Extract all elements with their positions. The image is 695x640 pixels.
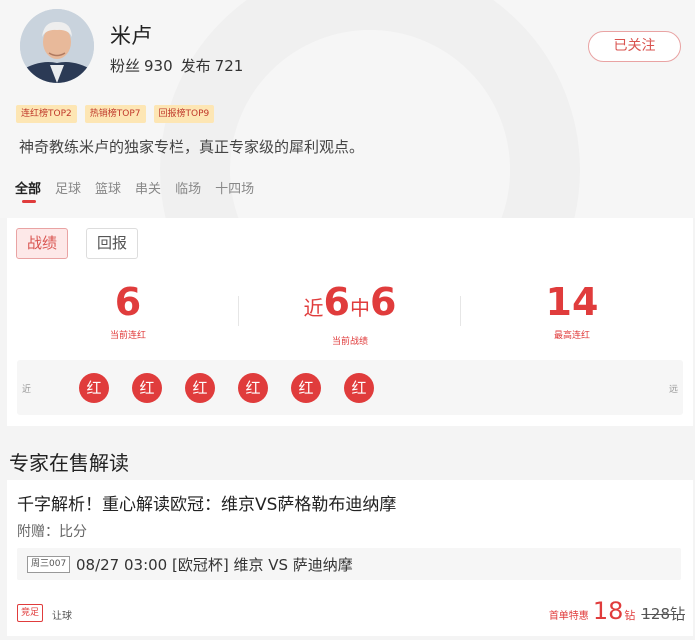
posts-label: 发布 (180, 57, 211, 75)
lottery-tag: 竞足 (17, 604, 44, 622)
match-tag: 周三007 (27, 556, 71, 573)
tab-record[interactable]: 战绩 (16, 228, 69, 259)
price-now: 18 (592, 597, 624, 625)
recent-total: 6 (323, 280, 350, 324)
recent-record-label: 当前战绩 (331, 337, 368, 347)
record-card: 战绩 回报 6 当前连红 近6中6 当前战绩 14 最高连红 近 红 红 红 红… (7, 218, 693, 426)
result-dot: 红 (185, 373, 215, 403)
result-dot: 红 (344, 373, 374, 403)
expert-name: 米卢 (110, 24, 152, 48)
expert-stats: 粉丝 930 发布 721 (110, 55, 247, 76)
fans-label: 粉丝 (110, 57, 141, 75)
result-dot: 红 (291, 373, 321, 403)
tab-basketball[interactable]: 篮球 (95, 178, 121, 197)
recent-record-value: 近6中6 (235, 278, 465, 332)
section-title: 专家在售解读 (9, 451, 129, 475)
tab-return[interactable]: 回报 (86, 228, 139, 259)
tab-all[interactable]: 全部 (15, 178, 41, 203)
rank-badge: 回报榜TOP9 (153, 105, 215, 123)
near-label: 近 (22, 385, 32, 395)
match-info: 08/27 03:00 [欧冠杯] 维京 VS 萨迪纳摩 (76, 556, 353, 574)
max-streak-label: 最高连红 (553, 331, 590, 341)
result-streak-bar: 近 红 红 红 红 红 红 远 (17, 360, 683, 415)
recent-hits: 6 (370, 280, 397, 324)
max-streak-block: 14 最高连红 (457, 278, 687, 341)
result-dot: 红 (132, 373, 162, 403)
rank-badges: 连红榜TOP2 热销榜TOP7 回报榜TOP9 (16, 105, 215, 123)
category-tabs: 全部 足球 篮球 串关 临场 十四场 (15, 178, 268, 203)
price-old: 128钻 (641, 605, 685, 623)
match-row: 周三007 08/27 03:00 [欧冠杯] 维京 VS 萨迪纳摩 (17, 548, 681, 580)
fans-count: 930 (144, 57, 173, 75)
recent-prefix: 近 (303, 296, 324, 320)
follow-button[interactable]: 已关注 (588, 31, 681, 62)
price-unit: 钻 (624, 609, 636, 622)
tab-fourteen[interactable]: 十四场 (215, 178, 254, 197)
recent-record-block: 近6中6 当前战绩 (235, 278, 465, 347)
avatar[interactable] (20, 9, 94, 83)
far-label: 远 (669, 385, 679, 395)
posts-count: 721 (214, 57, 244, 75)
result-dot: 红 (238, 373, 268, 403)
tab-parlay[interactable]: 串关 (135, 178, 161, 197)
current-streak-value: 6 (114, 280, 142, 324)
tab-live[interactable]: 临场 (175, 178, 201, 197)
tab-football[interactable]: 足球 (55, 178, 81, 197)
current-streak-block: 6 当前连红 (13, 278, 243, 341)
result-dot: 红 (79, 373, 109, 403)
play-type: 让球 (52, 611, 72, 622)
price-block[interactable]: 首单特惠 18 钻 128钻 (549, 597, 685, 625)
rank-badge: 热销榜TOP7 (84, 105, 146, 123)
expert-description: 神奇教练米卢的独家专栏，真正专家级的犀利观点。 (19, 138, 365, 156)
promo-label: 首单特惠 (548, 611, 589, 622)
article-card[interactable]: 千字解析！重心解读欧冠：维京VS萨格勒布迪纳摩 附赠：比分 周三007 08/2… (7, 480, 693, 636)
recent-mid: 中 (350, 296, 370, 320)
article-title[interactable]: 千字解析！重心解读欧冠：维京VS萨格勒布迪纳摩 (17, 490, 396, 515)
article-gift: 附赠：比分 (17, 524, 87, 540)
rank-badge: 连红榜TOP2 (16, 105, 77, 123)
max-streak-value: 14 (545, 280, 599, 324)
current-streak-label: 当前连红 (109, 331, 146, 341)
